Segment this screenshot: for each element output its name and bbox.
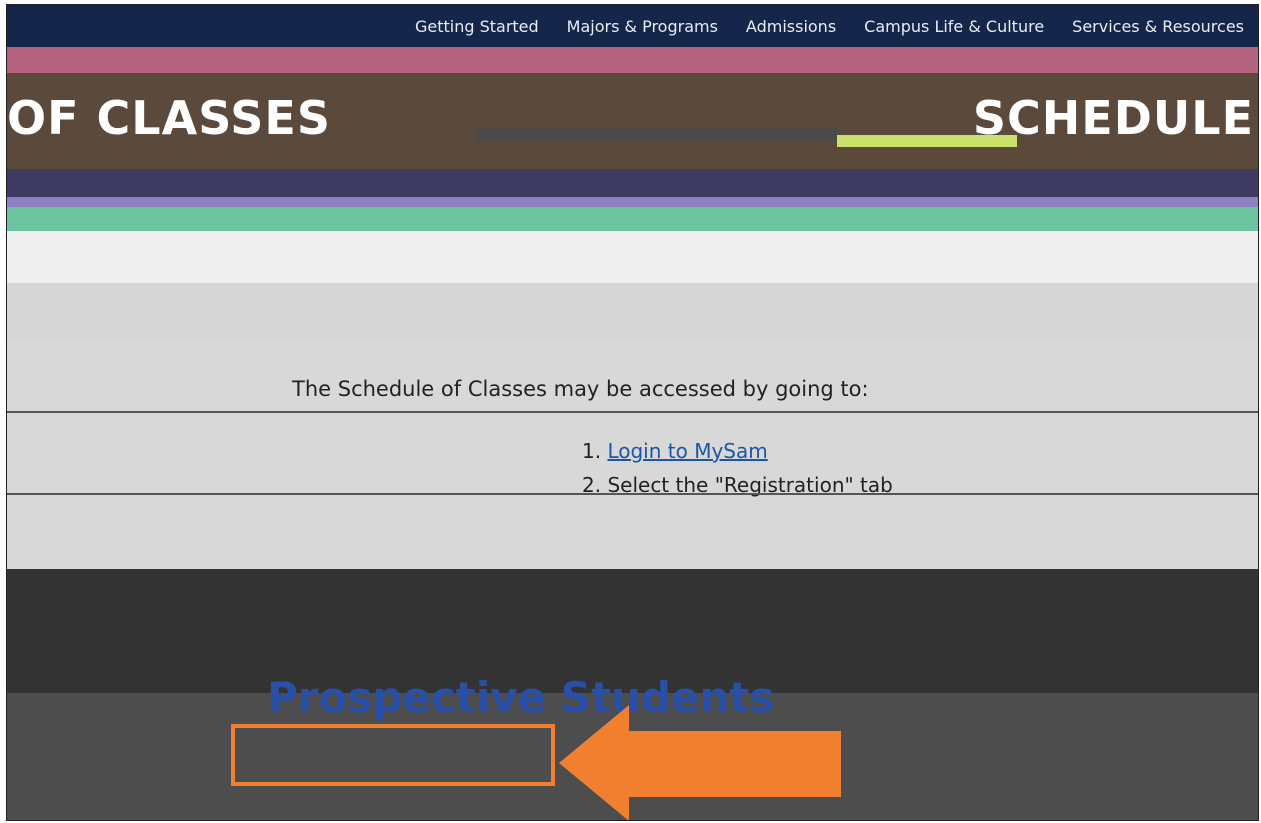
steps-list: 1. Login to MySam 2. Select the "Registr…: [582, 439, 893, 507]
login-mysam-link[interactable]: Login to MySam: [607, 439, 767, 463]
accent-band: [7, 47, 1258, 73]
nav-majors-programs[interactable]: Majors & Programs: [567, 17, 718, 36]
spacer-band: [7, 231, 1258, 283]
breadcrumb-band: [7, 169, 1258, 197]
page-heading-band: [7, 283, 1258, 341]
hero-title-left: OF CLASSES: [7, 91, 331, 145]
nav-admissions[interactable]: Admissions: [746, 17, 836, 36]
content-divider: [7, 493, 1258, 495]
hero-banner: OF CLASSES SCHEDULE: [7, 73, 1258, 169]
green-band: [7, 207, 1258, 231]
step-item: 1. Login to MySam: [582, 439, 768, 463]
pointer-arrow-icon: [559, 705, 841, 820]
nav-services-resources[interactable]: Services & Resources: [1072, 17, 1244, 36]
nav-getting-started[interactable]: Getting Started: [415, 17, 539, 36]
nav-campus-life[interactable]: Campus Life & Culture: [864, 17, 1044, 36]
hero-divider: [477, 127, 837, 141]
content-divider: [7, 411, 1258, 413]
divider-band: [7, 197, 1258, 207]
main-content: The Schedule of Classes may be accessed …: [7, 341, 1258, 569]
screenshot-frame: Getting Started Majors & Programs Admiss…: [6, 4, 1259, 821]
hero-title-right: SCHEDULE: [972, 91, 1254, 145]
highlight-box: [231, 724, 555, 786]
top-navigation: Getting Started Majors & Programs Admiss…: [7, 5, 1258, 47]
intro-text: The Schedule of Classes may be accessed …: [292, 377, 869, 401]
